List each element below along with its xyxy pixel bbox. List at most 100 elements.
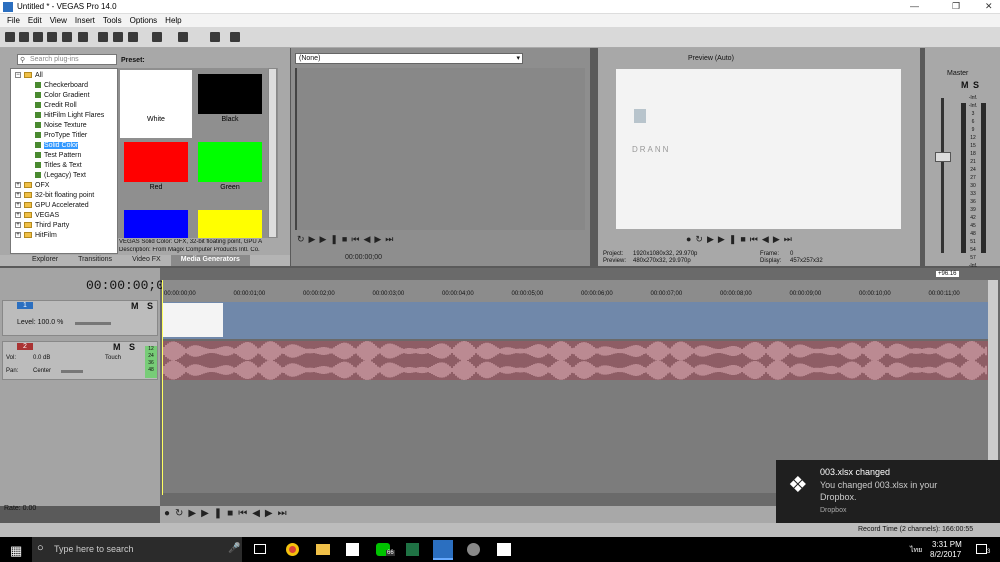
- menu-tools[interactable]: Tools: [100, 14, 127, 27]
- undo-icon[interactable]: [152, 32, 162, 42]
- folder-icon: [24, 192, 32, 198]
- audio-mute-button[interactable]: M: [113, 342, 121, 352]
- store-icon[interactable]: [346, 543, 359, 556]
- close-button[interactable]: ✕: [985, 1, 993, 12]
- menu-edit[interactable]: Edit: [25, 14, 47, 27]
- save-icon[interactable]: [33, 32, 43, 42]
- preset-yellow-swatch[interactable]: [198, 210, 262, 238]
- vegas-icon[interactable]: [433, 540, 453, 560]
- tree-item[interactable]: Noise Texture: [35, 120, 87, 130]
- tree-item[interactable]: Color Gradient: [35, 90, 90, 100]
- tree-item-selected[interactable]: Solid Color: [35, 140, 79, 150]
- tree-item[interactable]: + HitFilm: [15, 230, 57, 240]
- audio-solo-button[interactable]: S: [129, 342, 135, 352]
- expand-icon[interactable]: +: [15, 232, 21, 238]
- master-mute[interactable]: M: [961, 80, 969, 90]
- preset-red-swatch[interactable]: [124, 142, 188, 182]
- tab-transitions[interactable]: Transitions: [68, 255, 122, 266]
- video-track-header[interactable]: 1 M S Level: 100.0 %: [2, 300, 158, 336]
- copy-icon[interactable]: [113, 32, 123, 42]
- new-icon[interactable]: [5, 32, 15, 42]
- expand-icon[interactable]: +: [15, 222, 21, 228]
- app-icon[interactable]: [467, 543, 480, 556]
- tree-item[interactable]: Test Pattern: [35, 150, 81, 160]
- tab-video-fx[interactable]: Video FX: [122, 255, 171, 266]
- trimmer-view-area[interactable]: [295, 68, 585, 230]
- paste-icon[interactable]: [128, 32, 138, 42]
- video-event-solid-color[interactable]: [163, 303, 223, 337]
- maximize-button[interactable]: ❐: [952, 1, 960, 12]
- chrome-icon[interactable]: [286, 543, 299, 556]
- tree-item[interactable]: + OFX: [15, 180, 49, 190]
- menu-help[interactable]: Help: [162, 14, 186, 27]
- level-slider[interactable]: [75, 322, 111, 325]
- expand-icon[interactable]: +: [15, 212, 21, 218]
- menu-options[interactable]: Options: [127, 14, 163, 27]
- trash-icon[interactable]: [210, 32, 220, 42]
- windows-taskbar: ▦ ○ Type here to search 🎤 66 ไทย 3:31 PM…: [0, 537, 1000, 562]
- tree-item[interactable]: Checkerboard: [35, 80, 88, 90]
- preset-black-swatch[interactable]: [198, 74, 262, 114]
- menu-insert[interactable]: Insert: [72, 14, 100, 27]
- action-center-icon[interactable]: [976, 544, 987, 554]
- tree-item[interactable]: + GPU Accelerated: [15, 200, 89, 210]
- microphone-icon[interactable]: 🎤: [228, 543, 240, 554]
- pan-slider[interactable]: [61, 370, 83, 373]
- master-solo[interactable]: S: [973, 80, 979, 90]
- video-track-lane[interactable]: [162, 302, 988, 339]
- expand-icon[interactable]: +: [15, 192, 21, 198]
- redo-icon[interactable]: [178, 32, 188, 42]
- menu-view[interactable]: View: [47, 14, 72, 27]
- taskbar-search-box[interactable]: ○ Type here to search 🎤: [32, 537, 242, 562]
- trimmer-dropdown[interactable]: (None) ▾: [295, 53, 523, 64]
- save-as-icon[interactable]: [47, 32, 57, 42]
- menu-file[interactable]: File: [4, 14, 25, 27]
- help-icon[interactable]: [230, 32, 240, 42]
- file-explorer-icon[interactable]: [316, 544, 330, 555]
- tree-item[interactable]: ProType Titler: [35, 130, 87, 140]
- tree-item[interactable]: + Third Party: [15, 220, 69, 230]
- audio-track-lane[interactable]: [162, 341, 988, 380]
- render-icon[interactable]: [62, 32, 72, 42]
- tree-item[interactable]: (Legacy) Text: [35, 170, 86, 180]
- preset-green-swatch[interactable]: [198, 142, 262, 182]
- excel-icon[interactable]: [406, 543, 419, 556]
- expand-icon[interactable]: +: [15, 202, 21, 208]
- preset-scrollbar[interactable]: [268, 68, 277, 238]
- audio-track-header[interactable]: 2 M S Vol: 0.0 dB Touch Pan: Center 12 2…: [2, 341, 158, 380]
- video-solo-button[interactable]: S: [147, 301, 153, 311]
- photos-icon[interactable]: [497, 543, 511, 556]
- windows-start-icon[interactable]: ▦: [10, 543, 22, 559]
- touch-mode[interactable]: Touch: [105, 355, 121, 361]
- video-mute-button[interactable]: M: [131, 301, 139, 311]
- clock-time[interactable]: 3:31 PM: [932, 540, 962, 549]
- tab-media-generators[interactable]: Media Generators: [170, 255, 250, 266]
- tab-explorer[interactable]: Explorer: [22, 255, 68, 266]
- preset-blue-swatch[interactable]: [124, 210, 188, 238]
- preset-white-swatch[interactable]: [124, 74, 188, 114]
- master-fader-track[interactable]: [941, 98, 944, 253]
- master-fader-handle[interactable]: [935, 152, 951, 162]
- minimize-button[interactable]: —: [910, 1, 919, 11]
- tree-item[interactable]: Credit Roll: [35, 100, 77, 110]
- plugin-tree[interactable]: − All Checkerboard Color Gradient Credit …: [10, 68, 118, 254]
- collapse-icon[interactable]: −: [15, 72, 21, 78]
- generator-icon: [35, 172, 41, 178]
- dropbox-notification[interactable]: ❖ 003.xlsx changed You changed 003.xlsx …: [776, 460, 1000, 523]
- properties-icon[interactable]: [78, 32, 88, 42]
- tree-item[interactable]: Titles & Text: [35, 160, 82, 170]
- search-plugins-input[interactable]: ⚲ Search plug-ins: [17, 54, 117, 65]
- expand-icon[interactable]: +: [15, 182, 21, 188]
- task-view-icon[interactable]: [254, 544, 266, 554]
- clock-date[interactable]: 8/2/2017: [930, 550, 961, 559]
- tree-item[interactable]: − All: [15, 70, 43, 80]
- cut-icon[interactable]: [98, 32, 108, 42]
- tree-item[interactable]: + VEGAS: [15, 210, 59, 220]
- open-icon[interactable]: [19, 32, 29, 42]
- tree-item[interactable]: +32-bit floating point: [15, 190, 94, 200]
- preview-mode-dropdown[interactable]: Preview (Auto): [688, 55, 734, 62]
- transport-controls[interactable]: ●↻▶▶❚■⏮◀▶⏭: [164, 508, 292, 519]
- tree-item[interactable]: HitFilm Light Flares: [35, 110, 104, 120]
- timeline-ruler[interactable]: 00:00:00;00 00:00:01;00 00:00:02;00 00:00:0…: [162, 280, 988, 302]
- language-indicator[interactable]: ไทย: [910, 545, 922, 556]
